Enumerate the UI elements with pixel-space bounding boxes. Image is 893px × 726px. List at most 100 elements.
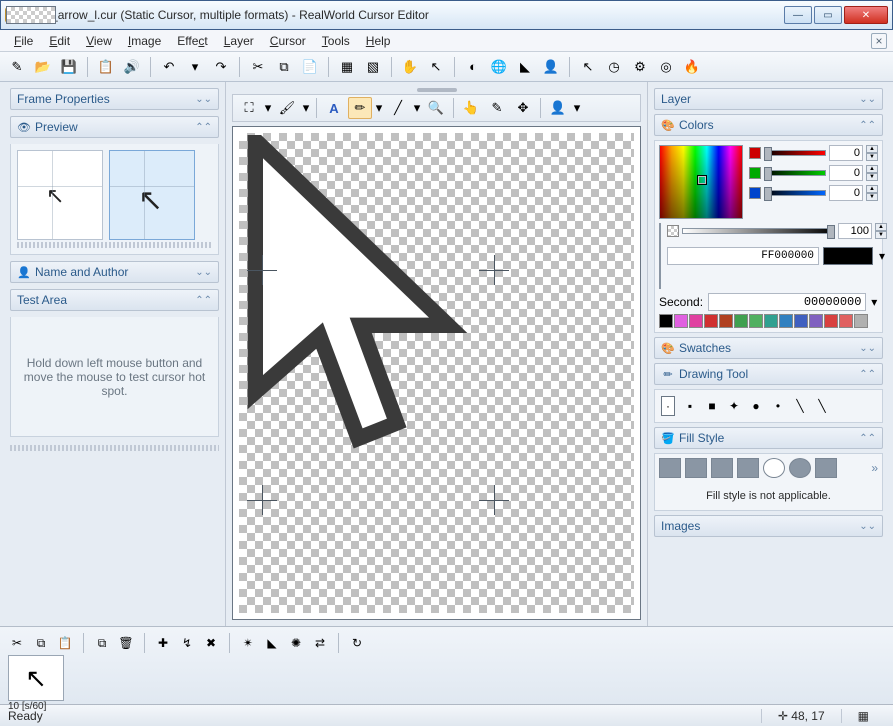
copy-icon[interactable]: 📋 (95, 56, 117, 78)
palette-swatch[interactable] (749, 314, 763, 328)
alpha-slider[interactable] (682, 228, 835, 234)
palette-swatch[interactable] (704, 314, 718, 328)
alpha-input[interactable] (838, 223, 872, 239)
text-tool-icon[interactable]: A (322, 97, 346, 119)
open-icon[interactable]: 📂 (32, 56, 54, 78)
editor-canvas[interactable] (232, 126, 641, 620)
undo-icon[interactable]: ↶ (158, 56, 180, 78)
save-icon[interactable]: 💾 (58, 56, 80, 78)
spinner[interactable]: ▲▼ (866, 145, 878, 161)
drawing-tool-panel-header[interactable]: ✏ Drawing Tool ⌃⌃ (654, 363, 883, 385)
dropdown-icon[interactable]: ▾ (877, 249, 887, 263)
brush-1-button[interactable]: · (661, 396, 675, 416)
colors-panel-header[interactable]: 🎨 Colors ⌃⌃ (654, 114, 883, 136)
cursor-icon[interactable]: ↖ (425, 56, 447, 78)
frame-properties-panel[interactable]: Frame Properties ⌄⌄ (10, 88, 219, 110)
fill-grad3-button[interactable] (737, 458, 759, 478)
fx3-icon[interactable]: ✺ (287, 634, 305, 652)
second-hex-input[interactable] (708, 293, 866, 311)
brush-tool-icon[interactable]: 🖌 (275, 97, 299, 119)
dup-icon[interactable]: ⧉ (93, 634, 111, 652)
contrast-icon[interactable]: ◐ (462, 56, 484, 78)
menu-edit[interactable]: Edit (41, 32, 78, 50)
preview-box-1[interactable]: ↖ (17, 150, 103, 240)
palette-swatch[interactable] (809, 314, 823, 328)
brush-8-button[interactable]: ╲ (815, 399, 829, 413)
copy2-icon[interactable]: ⧉ (273, 56, 295, 78)
menu-effect[interactable]: Effect (169, 32, 215, 50)
dropdown-icon[interactable]: ▾ (412, 97, 422, 119)
user-tool-icon[interactable]: 👤 (546, 97, 570, 119)
user-icon[interactable]: 👤 (540, 56, 562, 78)
fx1-icon[interactable]: ✴ (239, 634, 257, 652)
layer-panel[interactable]: Layer ⌄⌄ (654, 88, 883, 110)
dropdown-icon[interactable]: ▾ (263, 97, 273, 119)
more-icon[interactable]: » (871, 461, 878, 475)
undo-dropdown-icon[interactable]: ▾ (184, 56, 206, 78)
preview-panel-header[interactable]: 👁 Preview ⌃⌃ (10, 116, 219, 138)
green-slider[interactable] (764, 170, 826, 176)
fire-icon[interactable]: 🔥 (681, 56, 703, 78)
layers2-icon[interactable]: ▧ (362, 56, 384, 78)
brush-5-button[interactable]: ● (749, 399, 763, 413)
palette-swatch[interactable] (794, 314, 808, 328)
red-slider[interactable] (764, 150, 826, 156)
menu-help[interactable]: Help (358, 32, 399, 50)
arrow-icon[interactable]: ↖ (577, 56, 599, 78)
line-tool-icon[interactable]: ╱ (386, 97, 410, 119)
fill-style-panel-header[interactable]: 🪣 Fill Style ⌃⌃ (654, 427, 883, 449)
add-icon[interactable]: ✚ (154, 634, 172, 652)
palette-swatch[interactable] (854, 314, 868, 328)
brush-2-button[interactable]: ▪ (683, 399, 697, 413)
sound-icon[interactable]: 🔊 (121, 56, 143, 78)
zoom-tool-icon[interactable]: 🔍 (424, 97, 448, 119)
palette-swatch[interactable] (674, 314, 688, 328)
menu-file[interactable]: File (6, 32, 41, 50)
close-document-button[interactable]: × (871, 33, 887, 49)
target-icon[interactable]: ◎ (655, 56, 677, 78)
cut-icon[interactable]: ✂ (8, 634, 26, 652)
lightness-picker[interactable] (659, 223, 661, 289)
brush-6-button[interactable]: • (771, 399, 785, 413)
palette-swatch[interactable] (779, 314, 793, 328)
fill-grad1-button[interactable] (685, 458, 707, 478)
palette-swatch[interactable] (839, 314, 853, 328)
dropdown-icon[interactable]: ▾ (572, 97, 582, 119)
name-author-panel[interactable]: 👤 Name and Author ⌄⌄ (10, 261, 219, 283)
link-icon[interactable]: ↯ (178, 634, 196, 652)
fill-radial-button[interactable] (789, 458, 811, 478)
menu-layer[interactable]: Layer (216, 32, 262, 50)
minimize-button[interactable]: — (784, 6, 812, 24)
fill-grad2-button[interactable] (711, 458, 733, 478)
images-panel[interactable]: Images ⌄⌄ (654, 515, 883, 537)
blue-input[interactable] (829, 185, 863, 201)
color-swatch[interactable] (823, 247, 873, 265)
spinner[interactable]: ▲▼ (866, 165, 878, 181)
menu-image[interactable]: Image (120, 32, 169, 50)
red-input[interactable] (829, 145, 863, 161)
del-icon[interactable]: 🗑 (117, 634, 135, 652)
test-area-body[interactable]: Hold down left mouse button and move the… (10, 317, 219, 437)
test-area-panel-header[interactable]: Test Area ⌃⌃ (10, 289, 219, 311)
menu-view[interactable]: View (78, 32, 120, 50)
palette-swatch[interactable] (659, 314, 673, 328)
dropdown-icon[interactable]: ▾ (374, 97, 384, 119)
globe-icon[interactable]: 🌐 (488, 56, 510, 78)
palette-swatch[interactable] (734, 314, 748, 328)
palette-swatch[interactable] (764, 314, 778, 328)
menu-cursor[interactable]: Cursor (262, 32, 314, 50)
palette-swatch[interactable] (719, 314, 733, 328)
move-tool-icon[interactable]: ✥ (511, 97, 535, 119)
preview-box-2[interactable]: ↖ (109, 150, 195, 240)
new-icon[interactable]: ✎ (6, 56, 28, 78)
triangle-icon[interactable]: ◣ (514, 56, 536, 78)
edit-tool-icon[interactable]: ✎ (485, 97, 509, 119)
hex-input[interactable] (667, 247, 819, 265)
refresh-icon[interactable]: ↻ (348, 634, 366, 652)
swatches-panel[interactable]: 🎨 Swatches ⌄⌄ (654, 337, 883, 359)
brush-3-button[interactable]: ■ (705, 399, 719, 413)
palette-swatch[interactable] (824, 314, 838, 328)
paste-icon[interactable]: 📋 (56, 634, 74, 652)
gear-icon[interactable]: ⚙ (629, 56, 651, 78)
fx4-icon[interactable]: ⇄ (311, 634, 329, 652)
